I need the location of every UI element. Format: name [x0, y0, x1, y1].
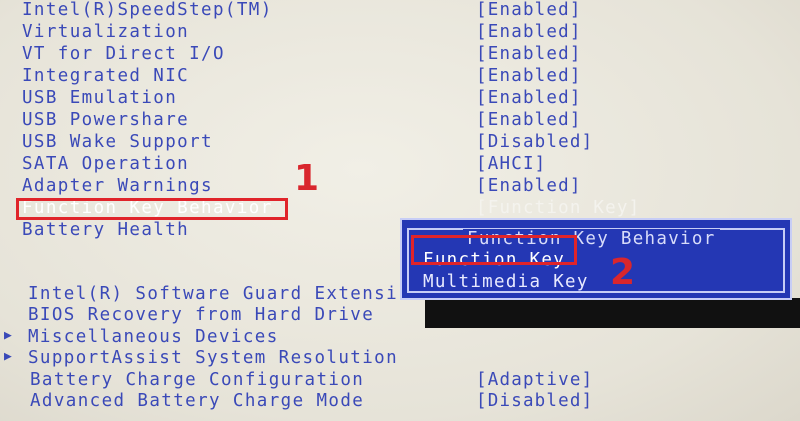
setting-label: USB Powershare — [22, 110, 190, 130]
setting-value: [Enabled] — [476, 88, 582, 108]
setting-row-sata-operation[interactable]: SATA Operation [AHCI] — [0, 154, 800, 176]
popup-shadow — [425, 298, 800, 328]
setting-row-adapter-warnings[interactable]: Adapter Warnings [Enabled] — [0, 176, 800, 198]
setting-label: VT for Direct I/O — [22, 44, 225, 64]
setting-value: [Disabled] — [476, 132, 594, 152]
setting-value: [Enabled] — [476, 66, 582, 86]
setting-label: Battery Charge Configuration — [30, 370, 365, 390]
setting-value: [Disabled] — [476, 391, 594, 411]
setting-value: [Enabled] — [476, 22, 582, 42]
submenu-row-misc-devices[interactable]: ▶ Miscellaneous Devices — [0, 327, 800, 349]
setting-value: [Function Key] — [476, 198, 641, 218]
setting-row-usb-emulation[interactable]: USB Emulation [Enabled] — [0, 88, 800, 110]
submenu-label: SupportAssist System Resolution — [28, 348, 399, 368]
setting-label: Intel(R)SpeedStep(TM) — [22, 0, 273, 20]
setting-value: [Enabled] — [476, 44, 582, 64]
setting-row-usb-powershare[interactable]: USB Powershare [Enabled] — [0, 110, 800, 132]
setting-label: USB Emulation — [22, 88, 178, 108]
expand-arrow-icon: ▶ — [4, 328, 12, 343]
highlight-box-step-2 — [411, 235, 577, 265]
setting-value: [AHCI] — [476, 154, 547, 174]
submenu-label: Miscellaneous Devices — [28, 327, 279, 347]
setting-value: [Enabled] — [476, 0, 582, 20]
setting-row-advanced-battery-charge[interactable]: Advanced Battery Charge Mode [Disabled] — [0, 391, 800, 413]
setting-label: Virtualization — [22, 22, 190, 42]
submenu-label: Intel(R) Software Guard Extensi — [28, 284, 399, 304]
submenu-label: BIOS Recovery from Hard Drive — [28, 305, 375, 325]
setting-row-usb-wake-support[interactable]: USB Wake Support [Disabled] — [0, 132, 800, 154]
bios-screen: Intel(R)SpeedStep(TM) [Enabled] Virtuali… — [0, 0, 800, 421]
step-number-1: 1 — [294, 158, 320, 199]
setting-row-battery-charge-config[interactable]: Battery Charge Configuration [Adaptive] — [0, 370, 800, 392]
setting-row-integrated-nic[interactable]: Integrated NIC [Enabled] — [0, 66, 800, 88]
setting-label: Advanced Battery Charge Mode — [30, 391, 365, 411]
setting-label: SATA Operation — [22, 154, 190, 174]
highlight-box-step-1 — [16, 198, 288, 220]
submenu-row-supportassist[interactable]: ▶ SupportAssist System Resolution — [0, 348, 800, 370]
setting-row-speedstep[interactable]: Intel(R)SpeedStep(TM) [Enabled] — [0, 0, 800, 22]
step-number-2: 2 — [610, 252, 636, 293]
setting-value: [Enabled] — [476, 110, 582, 130]
setting-row-vt-direct-io[interactable]: VT for Direct I/O [Enabled] — [0, 44, 800, 66]
setting-label: Adapter Warnings — [22, 176, 213, 196]
setting-row-virtualization[interactable]: Virtualization [Enabled] — [0, 22, 800, 44]
setting-value: [Enabled] — [476, 176, 582, 196]
setting-value: [Adaptive] — [476, 370, 594, 390]
setting-label: USB Wake Support — [22, 132, 213, 152]
popup-option-multimedia-key[interactable]: Multimedia Key — [423, 272, 589, 292]
expand-arrow-icon: ▶ — [4, 349, 12, 364]
setting-label: Integrated NIC — [22, 66, 190, 86]
setting-label: Battery Health — [22, 220, 190, 240]
